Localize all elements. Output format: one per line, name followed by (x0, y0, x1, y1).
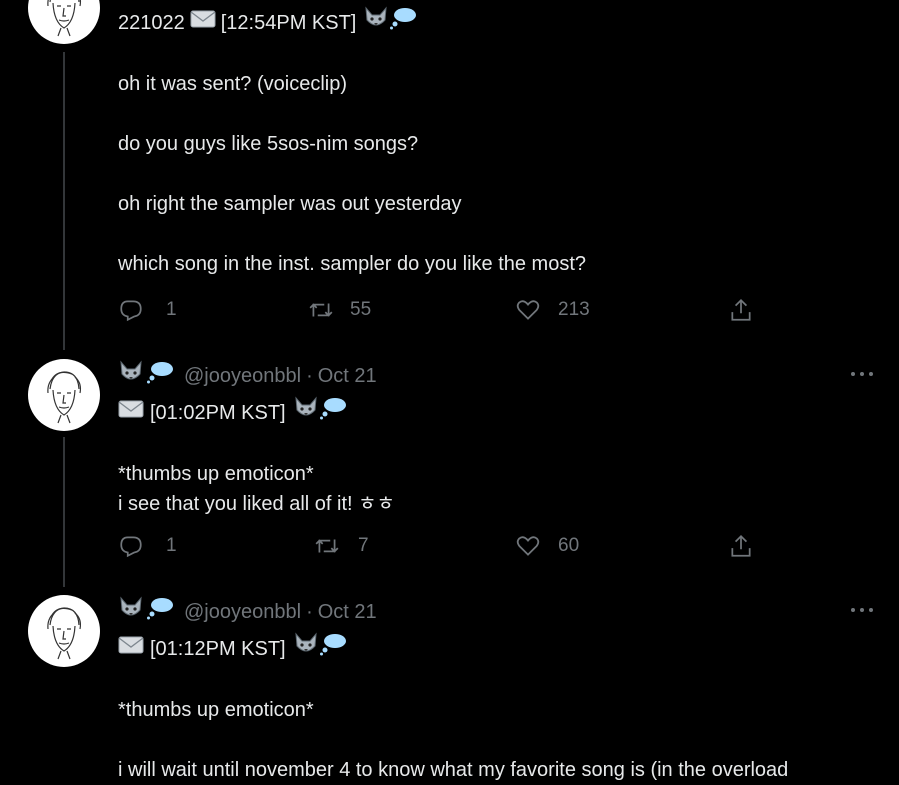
retweet-count: 55 (350, 299, 372, 320)
tweet-text-line: *thumbs up emoticon* (118, 463, 314, 485)
envelope-icon (118, 634, 144, 664)
avatar[interactable] (28, 595, 100, 667)
reply-icon (120, 536, 142, 558)
tweet-2[interactable]: @jooyeonbbl · Oct 21 [01:02PM KST] *thum… (0, 340, 899, 590)
wolf-icon (363, 6, 389, 39)
header-separator: · (306, 601, 313, 623)
share-icon (731, 535, 751, 557)
tweet-text-line: i see that you liked all of it! ㅎㅎ (118, 493, 395, 515)
avatar-sketch-icon (47, 607, 82, 660)
share-button[interactable] (728, 296, 754, 324)
thought-balloon-icon (146, 596, 174, 628)
tweet-text-line: oh right the sampler was out yesterday (118, 193, 462, 215)
tweet-text-line: *thumbs up emoticon* (118, 699, 314, 721)
wolf-icon (118, 596, 144, 628)
avatar-sketch-icon (47, 371, 82, 424)
tweet-date[interactable]: Oct 21 (318, 598, 377, 626)
avatar-sketch-icon (47, 0, 82, 37)
tweet-header: @jooyeonbbl · Oct 21 (118, 360, 885, 392)
retweet-count: 7 (358, 535, 369, 556)
tweet-first-line: [01:12PM KST] (118, 632, 885, 665)
retweet-icon (309, 303, 333, 317)
avatar[interactable] (28, 359, 100, 431)
reply-count: 1 (166, 299, 177, 320)
header-separator: · (306, 365, 313, 387)
tweet-3[interactable]: @jooyeonbbl · Oct 21 [01:12PM KST] *thum… (0, 590, 899, 781)
like-button[interactable]: 213 (515, 296, 590, 324)
share-button[interactable] (728, 532, 754, 560)
thought-balloon-icon (319, 396, 347, 429)
user-handle[interactable]: @jooyeonbbl (184, 598, 301, 626)
time-stamp: [12:54PM KST] (220, 11, 357, 34)
thought-balloon-icon (146, 360, 174, 392)
envelope-icon (118, 398, 144, 428)
share-icon (731, 299, 751, 321)
reply-button[interactable]: 1 (118, 532, 177, 560)
thought-balloon-icon (319, 632, 347, 665)
envelope-icon (190, 8, 216, 38)
action-bar: 1 7 60 (118, 532, 768, 560)
more-options-icon[interactable] (851, 596, 873, 624)
like-count: 213 (558, 299, 590, 320)
tweet-first-line: 221022 [12:54PM KST] (118, 6, 885, 39)
like-icon (516, 300, 540, 320)
action-bar: 1 55 213 (118, 296, 768, 324)
wolf-icon (293, 632, 319, 665)
wolf-icon (293, 396, 319, 429)
thread-connector (63, 52, 65, 350)
retweet-button[interactable]: 7 (314, 532, 369, 560)
reply-count: 1 (166, 535, 177, 556)
retweet-icon (315, 539, 339, 553)
wolf-icon (118, 360, 144, 392)
tweet-text-line: do you guys like 5sos-nim songs? (118, 133, 419, 155)
like-button[interactable]: 60 (515, 532, 579, 560)
user-handle[interactable]: @jooyeonbbl (184, 362, 301, 390)
like-icon (516, 536, 540, 556)
tweet-text-line: which song in the inst. sampler do you l… (118, 253, 587, 275)
time-stamp: [01:02PM KST] (150, 401, 286, 424)
retweet-button[interactable]: 55 (308, 296, 371, 324)
tweet-first-line: [01:02PM KST] (118, 396, 885, 429)
avatar[interactable] (28, 0, 100, 44)
date-prefix: 221022 (118, 11, 185, 34)
tweet-text-line: i will wait until november 4 to know wha… (118, 759, 789, 781)
more-options-icon[interactable] (851, 360, 873, 388)
thought-balloon-icon (389, 6, 417, 39)
tweet-header: @jooyeonbbl · Oct 21 (118, 596, 885, 628)
time-stamp: [01:12PM KST] (150, 637, 286, 660)
tweet-date[interactable]: Oct 21 (318, 362, 377, 390)
like-count: 60 (558, 535, 580, 556)
reply-button[interactable]: 1 (118, 296, 177, 324)
tweet-text-line: oh it was sent? (voiceclip) (118, 73, 347, 95)
tweet-1[interactable]: 221022 [12:54PM KST] oh it was sent? (vo… (0, 0, 899, 350)
reply-icon (120, 300, 142, 322)
thread-connector (63, 437, 65, 587)
